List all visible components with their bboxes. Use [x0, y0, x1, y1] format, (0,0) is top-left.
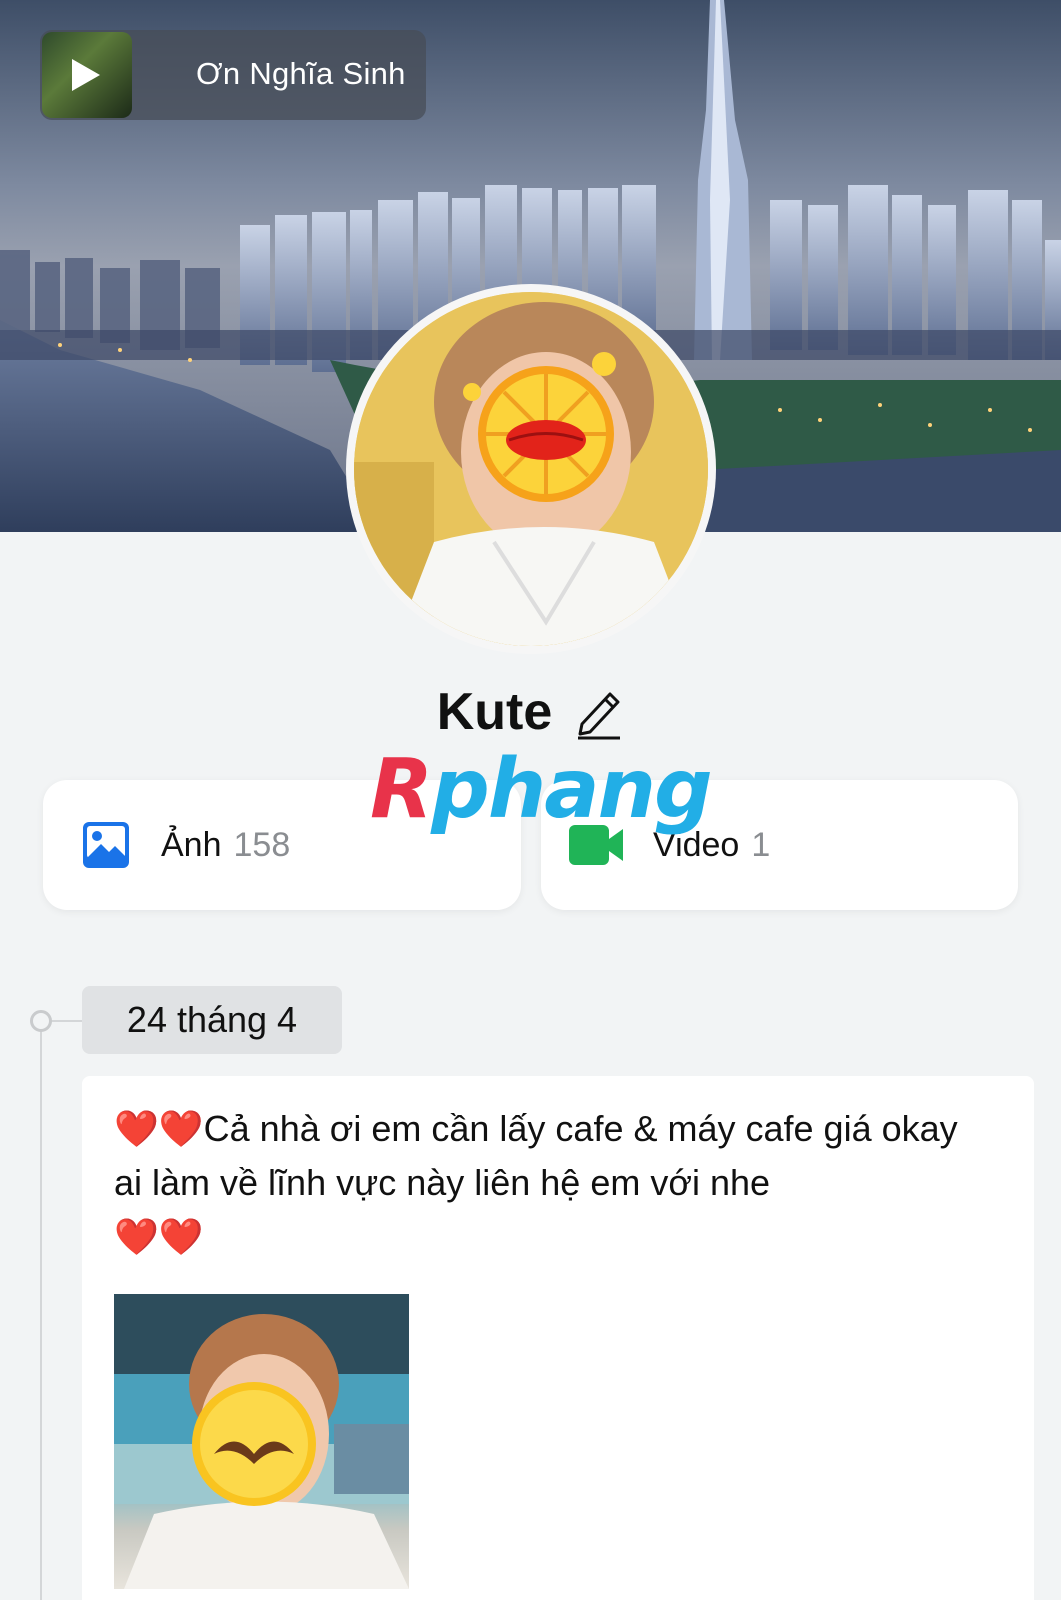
post-body: Cả nhà ơi em cần lấy cafe & máy cafe giá… — [114, 1108, 958, 1203]
pencil-icon[interactable] — [574, 684, 624, 740]
post-image[interactable] — [114, 1294, 409, 1589]
post-card[interactable]: ❤️❤️Cả nhà ơi em cần lấy cafe & máy cafe… — [82, 1076, 1034, 1600]
post-text: ❤️❤️Cả nhà ơi em cần lấy cafe & máy cafe… — [114, 1102, 994, 1264]
timeline-connector — [50, 1020, 82, 1022]
timeline-line — [40, 1020, 42, 1600]
avatar-photo — [354, 292, 708, 646]
heart-emoji: ❤️❤️ — [114, 1108, 204, 1149]
post-photo — [114, 1294, 409, 1589]
profile-name: Kute — [436, 683, 553, 741]
album-thumbnail[interactable] — [42, 32, 132, 118]
image-icon — [83, 822, 129, 868]
photos-label: Ảnh — [161, 825, 222, 864]
avatar-illustration — [354, 292, 708, 646]
timeline-date: 24 tháng 4 — [82, 986, 342, 1054]
watermark-logo: Rphang — [370, 742, 713, 837]
videos-count: 1 — [751, 825, 771, 864]
play-icon[interactable] — [72, 59, 100, 91]
profile-music-player[interactable]: Ơn Nghĩa Sinh — [40, 30, 426, 120]
heart-emoji: ❤️❤️ — [114, 1216, 204, 1257]
timeline-dot — [30, 1010, 52, 1032]
profile-name-row: Kute — [0, 682, 1061, 742]
photos-count: 158 — [233, 825, 291, 864]
avatar[interactable] — [346, 284, 716, 654]
song-title: Ơn Nghĩa Sinh — [196, 56, 406, 91]
